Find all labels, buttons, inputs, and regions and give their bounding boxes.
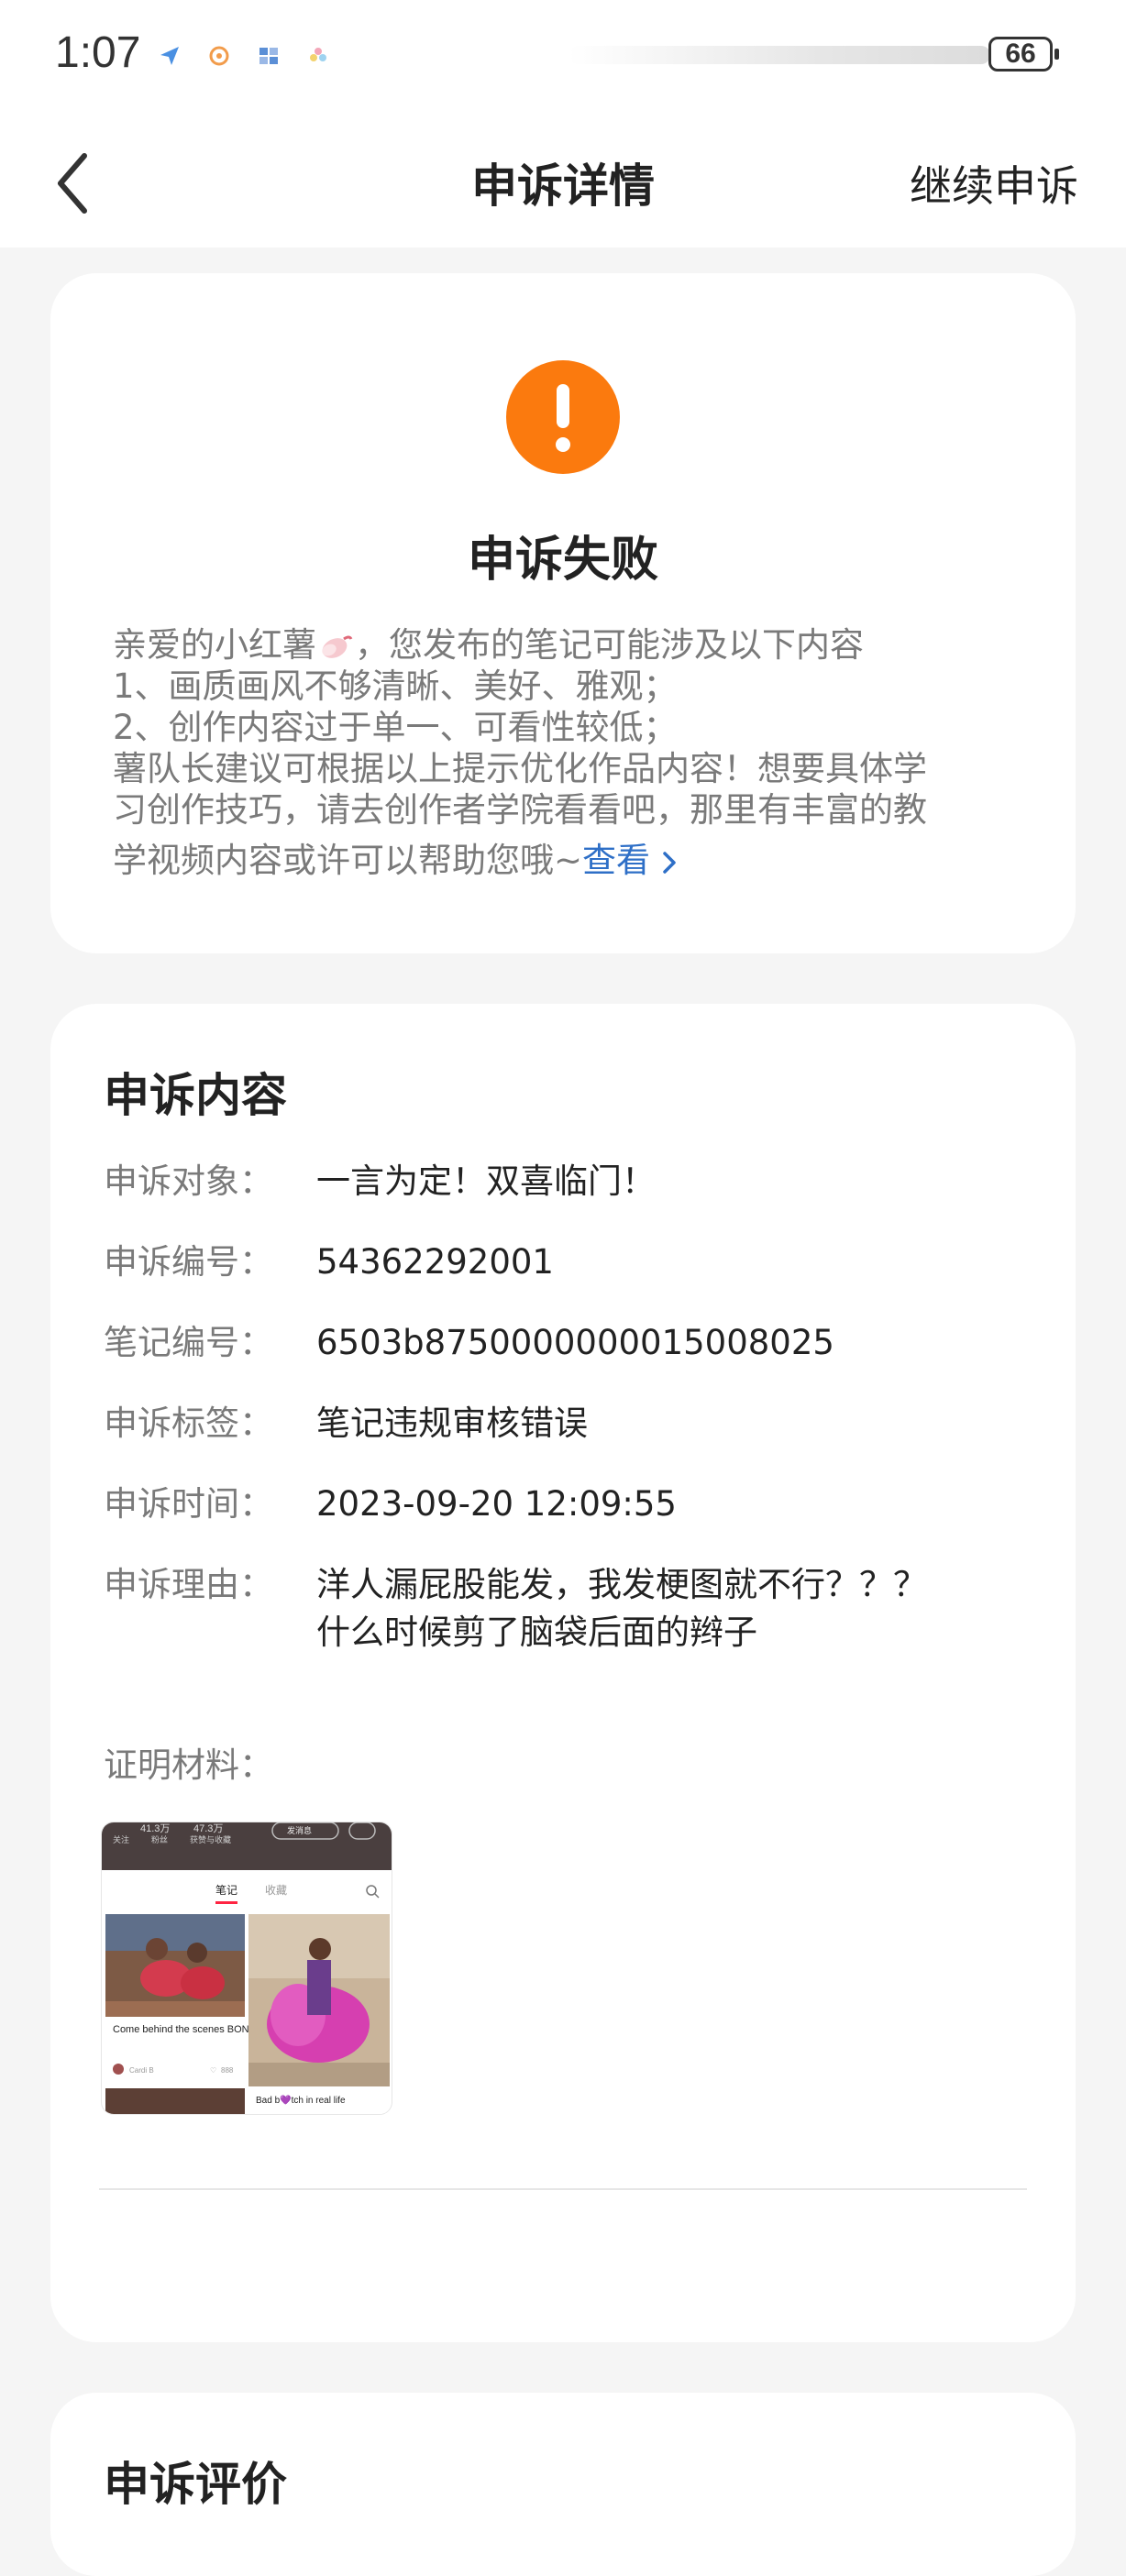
evidence-thumbnail[interactable]: 41.3万 47.3万 关注 粉丝 获赞与收藏 发消息 笔记 收藏 Come b… — [101, 1822, 392, 2115]
app-icon-flower — [306, 44, 330, 68]
appeal-content-card: 申诉内容 申诉对象： 一言为定！双喜临门！ 申诉编号： 54362292001 … — [50, 1004, 1076, 2342]
row-label: 申诉对象： — [104, 1161, 273, 1201]
status-bar: 1:07 66 — [0, 0, 1126, 115]
message-line: 1、画质画风不够清晰、美好、雅观； — [113, 666, 678, 706]
message-line: 习创作技巧，请去创作者学院看看吧，那里有丰富的教 — [113, 790, 927, 830]
appeal-status-card: 申诉失败 亲爱的小红薯 ，您发布的笔记可能涉及以下内容 1、画质画风不够清晰、美好… — [50, 273, 1076, 953]
app-icon-blue — [257, 44, 281, 68]
svg-text:♡: ♡ — [210, 2066, 216, 2075]
thumb-tab-notes: 笔记 — [215, 1883, 237, 1897]
thumb-stat-1: 41.3万 — [140, 1823, 170, 1834]
evidence-screenshot-image: 41.3万 47.3万 关注 粉丝 获赞与收藏 发消息 笔记 收藏 Come b… — [102, 1822, 392, 2114]
status-message: 亲爱的小红薯 ，您发布的笔记可能涉及以下内容 1、画质画风不够清晰、美好、雅观； … — [113, 624, 1030, 881]
message-line: 2、创作内容过于单一、可看性较低； — [113, 708, 678, 747]
row-label: 申诉编号： — [104, 1242, 273, 1282]
thumb-stat-label-3: 获赞与收藏 — [190, 1834, 231, 1845]
message-line: 亲爱的小红薯 ，您发布的笔记可能涉及以下内容 — [113, 625, 864, 665]
section-title: 申诉内容 — [104, 1069, 287, 1122]
thumb-post1-author: Cardi B — [129, 2066, 154, 2075]
thumb-send-message: 发消息 — [287, 1825, 312, 1836]
view-link[interactable]: 查看 — [582, 841, 678, 880]
row-label: 申诉理由： — [104, 1565, 273, 1604]
row-label: 申诉时间： — [104, 1484, 273, 1524]
thumb-post2-caption: Bad b💜tch in real life — [256, 2095, 346, 2106]
thumb-post1-likes: 888 — [221, 2066, 234, 2075]
alert-icon — [506, 360, 620, 474]
status-title: 申诉失败 — [467, 533, 658, 588]
thumb-stat-2: 47.3万 — [193, 1823, 223, 1834]
section-title: 申诉评价 — [104, 2458, 287, 2511]
battery-icon: 66 — [988, 37, 1059, 72]
thumb-stat-label-2: 粉丝 — [151, 1834, 168, 1845]
thumb-tab-favorites: 收藏 — [265, 1884, 287, 1897]
thumb-post1-caption: Come behind the scenes BONGOS — [113, 2024, 271, 2035]
chevron-right-icon — [663, 851, 676, 874]
radish-icon — [322, 635, 353, 658]
status-gradient — [569, 46, 990, 64]
status-time: 1:07 — [55, 28, 141, 77]
row-value: 6503b8750000000015008025 — [316, 1323, 834, 1362]
message-line: 学视频内容或许可以帮助您哦~查看 — [113, 840, 1030, 881]
nav-bar: 申诉详情 继续申诉 — [0, 115, 1126, 248]
row-value: 54362292001 — [316, 1242, 554, 1282]
row-value: 洋人漏屁股能发，我发梗图就不行？？？ 什么时候剪了脑袋后面的辫子 — [316, 1565, 927, 1652]
thumb-stat-label-1: 关注 — [113, 1834, 129, 1845]
row-label: 笔记编号： — [104, 1323, 273, 1362]
divider — [99, 2188, 1027, 2190]
message-line: 薯队长建议可根据以上提示优化作品内容！想要具体学 — [113, 749, 927, 788]
row-value: 笔记违规审核错误 — [316, 1404, 588, 1443]
notification-icons — [158, 44, 330, 68]
appeal-evaluation-card: 申诉评价 — [50, 2393, 1076, 2576]
send-icon — [158, 44, 182, 68]
continue-appeal-button[interactable]: 继续申诉 — [910, 153, 1078, 214]
row-value: 一言为定！双喜临门！ — [316, 1161, 656, 1201]
evidence-label: 证明材料： — [104, 1745, 273, 1785]
row-value: 2023-09-20 12:09:55 — [316, 1484, 677, 1524]
app-icon-orange — [207, 44, 231, 68]
row-label: 申诉标签： — [104, 1404, 273, 1443]
